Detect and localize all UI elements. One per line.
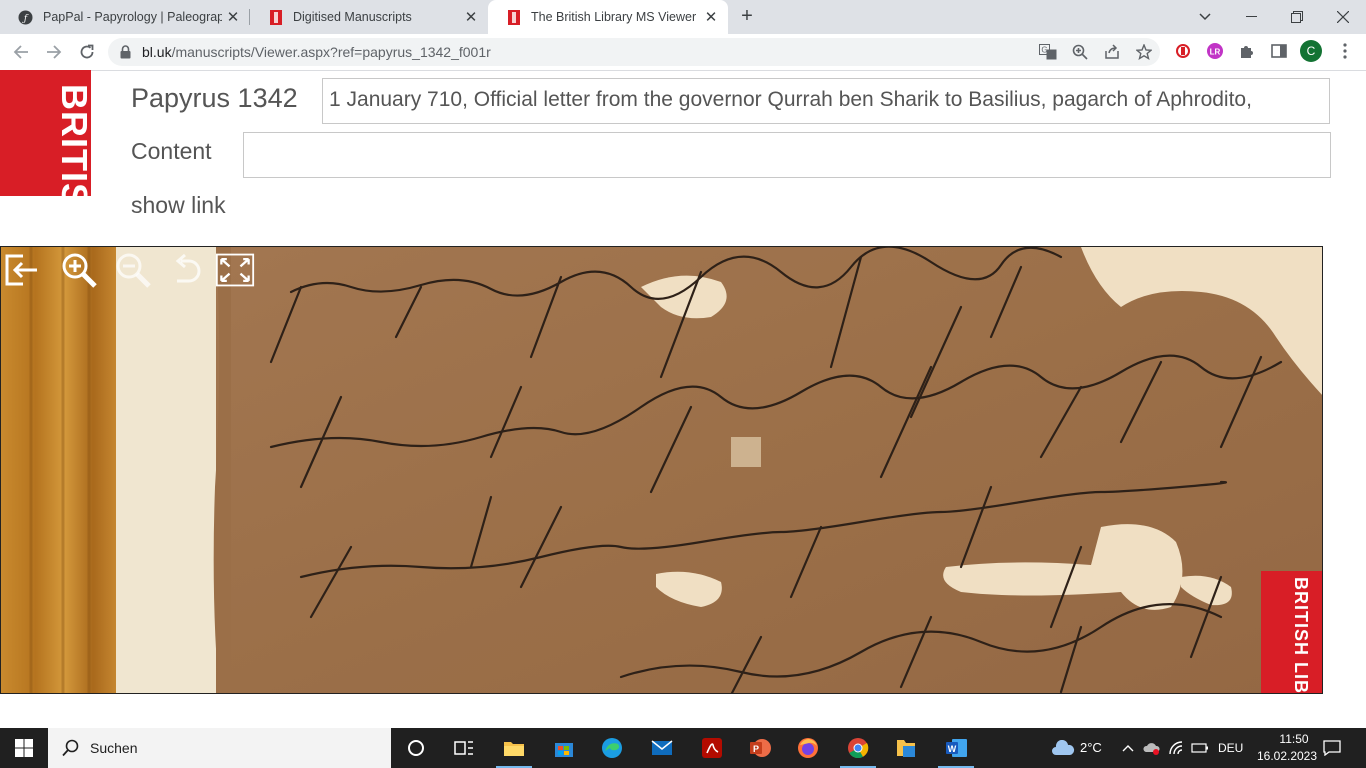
restore-icon[interactable] [1274, 0, 1320, 34]
manuscript-viewer[interactable]: BRITISH LIBRARY [0, 246, 1323, 694]
file-explorer-icon[interactable] [490, 728, 538, 768]
rotate-icon[interactable] [165, 251, 205, 289]
extensions-puzzle-icon[interactable] [1236, 40, 1258, 62]
svg-text:P: P [753, 744, 759, 754]
weather-temperature[interactable]: 2°C [1080, 740, 1102, 755]
zoom-icon[interactable] [1070, 42, 1090, 62]
clock-date[interactable]: 16.02.2023 [1250, 749, 1324, 763]
tab-strip: ƒ PapPal - Papyrology | Paleograph ✕ Dig… [0, 0, 1366, 34]
translate-icon[interactable]: G [1038, 42, 1058, 62]
file-manager-icon[interactable] [882, 728, 930, 768]
wifi-icon[interactable] [1166, 738, 1186, 758]
minimize-icon[interactable] [1228, 0, 1274, 34]
back-icon[interactable] [9, 40, 33, 64]
extension-red-icon[interactable] [1172, 40, 1194, 62]
battery-icon[interactable] [1190, 738, 1210, 758]
show-link[interactable]: show link [131, 192, 226, 219]
close-tab-icon[interactable]: ✕ [460, 8, 482, 26]
tab-ms-viewer[interactable]: The British Library MS Viewer ✕ [488, 0, 728, 34]
search-placeholder: Suchen [90, 740, 138, 756]
profile-initial: C [1300, 40, 1322, 62]
url-text: bl.uk/manuscripts/Viewer.aspx?ref=papyru… [142, 44, 491, 60]
new-tab-button[interactable]: + [736, 6, 758, 28]
tab-pappal[interactable]: ƒ PapPal - Papyrology | Paleograph ✕ [0, 0, 250, 34]
menu-kebab-icon[interactable] [1334, 40, 1356, 62]
tab-digitised-manuscripts[interactable]: Digitised Manuscripts ✕ [250, 0, 488, 34]
svg-text:G: G [1041, 46, 1047, 55]
tab-title: PapPal - Papyrology | Paleograph [43, 10, 222, 24]
bl-favicon [268, 9, 283, 25]
mail-icon[interactable] [638, 728, 686, 768]
content-field[interactable] [243, 132, 1331, 178]
page-title: Papyrus 1342 [131, 83, 298, 113]
share-icon[interactable] [1102, 42, 1122, 62]
tab-title: Digitised Manuscripts [293, 10, 412, 24]
reload-icon[interactable] [75, 40, 99, 64]
task-view-icon[interactable] [440, 728, 488, 768]
notification-icon[interactable] [1322, 738, 1342, 758]
zoom-out-icon[interactable] [113, 251, 153, 289]
content-label: Content [131, 138, 212, 164]
close-tab-icon[interactable]: ✕ [222, 8, 244, 26]
svg-text:LR: LR [1210, 48, 1221, 57]
clock-time[interactable]: 11:50 [1264, 732, 1324, 746]
onedrive-icon[interactable] [1142, 738, 1162, 758]
word-icon[interactable]: W [932, 728, 980, 768]
bl-favicon [506, 9, 521, 25]
svg-text:W: W [948, 744, 957, 754]
url-path: /manuscripts/Viewer.aspx?ref=papyrus_134… [171, 44, 491, 60]
profile-avatar[interactable]: C [1300, 40, 1322, 62]
address-bar[interactable]: bl.uk/manuscripts/Viewer.aspx?ref=papyru… [108, 38, 1160, 66]
extension-purple-icon[interactable]: LR [1204, 40, 1226, 62]
forward-icon[interactable] [42, 40, 66, 64]
bookmark-star-icon[interactable] [1134, 42, 1154, 62]
browser-toolbar: bl.uk/manuscripts/Viewer.aspx?ref=papyru… [0, 34, 1366, 71]
windows-start-icon[interactable] [0, 728, 48, 768]
papyrus-image [1, 247, 1322, 693]
logo-text: BRITISH LIBRARY [54, 84, 91, 196]
chrome-icon[interactable] [834, 728, 882, 768]
british-library-watermark: BRITISH LIBRARY [1261, 571, 1322, 693]
chevron-up-icon[interactable] [1118, 738, 1138, 758]
edge-browser-icon[interactable] [588, 728, 636, 768]
close-window-icon[interactable] [1320, 0, 1366, 34]
microsoft-store-icon[interactable] [540, 728, 588, 768]
zoom-in-icon[interactable] [59, 251, 99, 289]
input-language[interactable]: DEU [1218, 741, 1243, 755]
firefox-icon[interactable] [784, 728, 832, 768]
taskbar-search[interactable]: Suchen [48, 728, 391, 768]
powerpoint-icon[interactable]: P [736, 728, 784, 768]
british-library-logo[interactable]: BRITISH LIBRARY [0, 70, 91, 196]
weather-cloud-icon[interactable] [1050, 738, 1076, 758]
pappal-favicon: ƒ [18, 10, 33, 25]
exit-viewer-icon[interactable] [3, 251, 43, 289]
lock-icon[interactable] [120, 45, 131, 64]
fullscreen-icon[interactable] [215, 251, 255, 289]
close-tab-icon[interactable]: ✕ [700, 8, 722, 26]
cortana-icon[interactable] [392, 728, 440, 768]
tab-title: The British Library MS Viewer [531, 10, 697, 24]
tab-search-icon[interactable] [1182, 0, 1228, 34]
windows-taskbar: Suchen P W 2°C DEU 11:50 16.02.2023 [0, 728, 1366, 768]
side-panel-icon[interactable] [1268, 40, 1290, 62]
acrobat-icon[interactable] [688, 728, 736, 768]
url-domain: bl.uk [142, 44, 172, 60]
description-field[interactable]: 1 January 710, Official letter from the … [322, 78, 1330, 124]
search-icon [62, 739, 79, 757]
viewer-logo-text: BRITISH LIBRARY [1291, 577, 1311, 693]
